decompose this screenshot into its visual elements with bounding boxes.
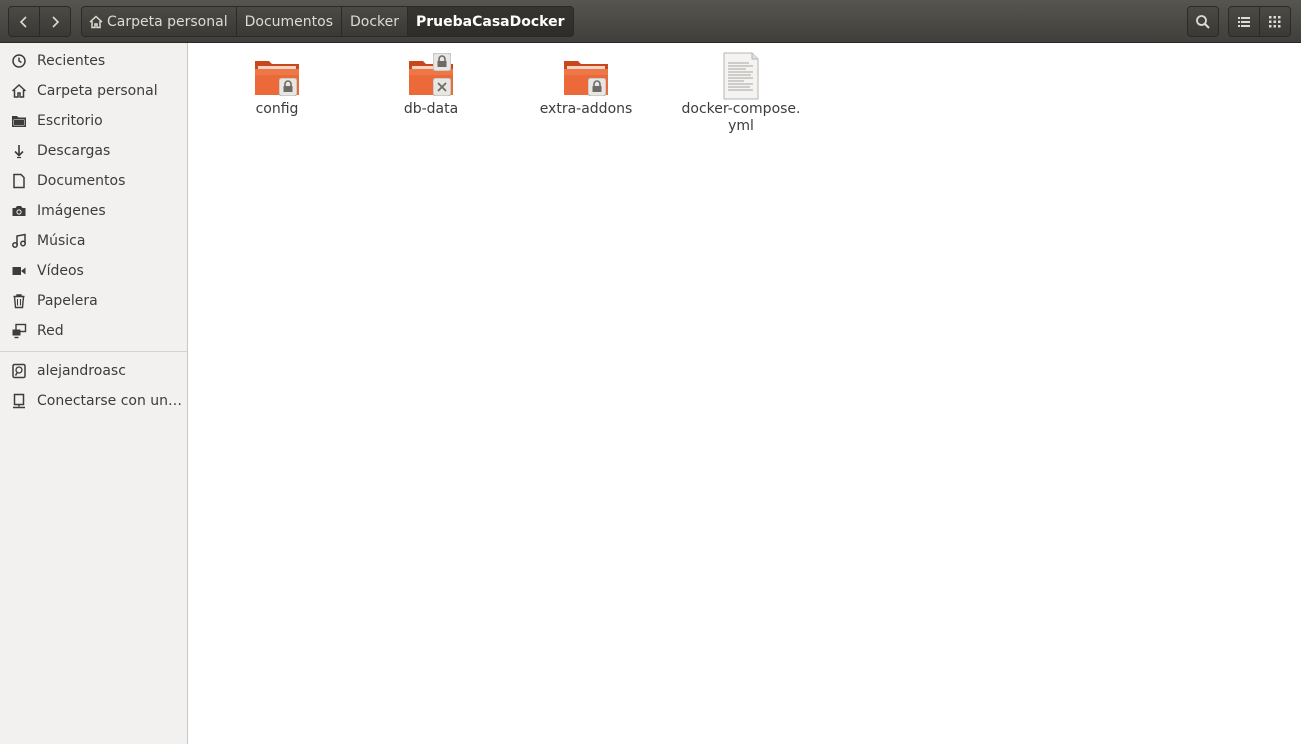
breadcrumb-label: Carpeta personal xyxy=(107,13,228,30)
sidebar-item-label: alejandroasc xyxy=(37,363,126,379)
sidebar-item-label: Vídeos xyxy=(37,263,84,279)
header-bar: Carpeta personal Documentos Docker Prueb… xyxy=(0,0,1301,43)
file-item-extra-addons[interactable]: extra-addons xyxy=(526,51,646,118)
sidebar-item-label: Escritorio xyxy=(37,113,103,129)
folder-icon xyxy=(406,51,456,101)
lock-icon xyxy=(433,53,451,71)
search-button[interactable] xyxy=(1187,6,1219,37)
breadcrumb-docker[interactable]: Docker xyxy=(341,6,409,37)
server-icon xyxy=(10,392,28,410)
sidebar-item-label: Conectarse con un servidor xyxy=(37,393,183,409)
sidebar-item-carpeta-personal[interactable]: Carpeta personal xyxy=(0,76,187,106)
sidebar-item-musica[interactable]: Música xyxy=(0,226,187,256)
grid-view-icon xyxy=(1269,15,1281,27)
file-name: db-data xyxy=(403,101,459,117)
sidebar-item-escritorio[interactable]: Escritorio xyxy=(0,106,187,136)
grid-view-button[interactable] xyxy=(1259,6,1291,37)
sidebar-item-label: Descargas xyxy=(37,143,111,159)
sidebar-item-label: Música xyxy=(37,233,86,249)
breadcrumb-label: Docker xyxy=(349,13,400,30)
unreadable-icon xyxy=(433,78,451,96)
file-item-db-data[interactable]: db-data xyxy=(371,51,491,118)
breadcrumb-documentos[interactable]: Documentos xyxy=(236,6,342,37)
chevron-left-icon xyxy=(19,15,27,28)
sidebar-item-label: Papelera xyxy=(37,293,98,309)
video-icon xyxy=(10,262,28,280)
breadcrumb-current[interactable]: PruebaCasaDocker xyxy=(408,6,574,37)
camera-icon xyxy=(10,202,28,220)
trash-icon xyxy=(10,292,28,310)
forward-button[interactable] xyxy=(39,6,71,37)
sidebar-item-documentos[interactable]: Documentos xyxy=(0,166,187,196)
music-icon xyxy=(10,232,28,250)
sidebar-item-alejandroasc[interactable]: alejandroasc xyxy=(0,356,187,386)
sidebar-item-label: Recientes xyxy=(37,53,106,69)
network-icon xyxy=(10,322,28,340)
sidebar-item-label: Red xyxy=(37,323,64,339)
list-view-icon xyxy=(1238,16,1250,27)
sidebar-separator xyxy=(0,351,187,352)
sidebar: Recientes Carpeta personal Escritorio De… xyxy=(0,43,188,744)
sidebar-item-videos[interactable]: Vídeos xyxy=(0,256,187,286)
lock-icon xyxy=(588,78,606,96)
breadcrumb-home[interactable]: Carpeta personal xyxy=(81,6,237,37)
lock-icon xyxy=(279,78,297,96)
sidebar-item-label: Carpeta personal xyxy=(37,83,158,99)
file-name: config xyxy=(255,101,299,117)
home-icon xyxy=(89,14,103,28)
breadcrumb-label: Documentos xyxy=(244,13,333,30)
sidebar-item-red[interactable]: Red xyxy=(0,316,187,346)
folder-icon xyxy=(10,112,28,130)
search-icon xyxy=(1196,14,1210,29)
home-icon xyxy=(10,82,28,100)
file-view: config db-data extra-addons docker-compo… xyxy=(192,43,1301,744)
folder-icon xyxy=(252,51,302,101)
text-file-icon xyxy=(716,51,766,101)
breadcrumb: Carpeta personal Documentos Docker Prueb… xyxy=(81,6,574,37)
clock-icon xyxy=(10,52,28,70)
breadcrumb-label: PruebaCasaDocker xyxy=(416,13,565,30)
drive-icon xyxy=(10,362,28,380)
sidebar-item-descargas[interactable]: Descargas xyxy=(0,136,187,166)
sidebar-item-imagenes[interactable]: Imágenes xyxy=(0,196,187,226)
list-view-button[interactable] xyxy=(1228,6,1260,37)
sidebar-item-conectar-servidor[interactable]: Conectarse con un servidor xyxy=(0,386,187,416)
file-item-config[interactable]: config xyxy=(217,51,337,118)
chevron-right-icon xyxy=(52,15,60,28)
file-name: docker-compose. yml xyxy=(681,101,801,134)
file-name: extra-addons xyxy=(539,101,633,117)
sidebar-item-papelera[interactable]: Papelera xyxy=(0,286,187,316)
file-item-docker-compose[interactable]: docker-compose. yml xyxy=(681,51,801,135)
sidebar-item-label: Imágenes xyxy=(37,203,106,219)
sidebar-item-recientes[interactable]: Recientes xyxy=(0,46,187,76)
back-button[interactable] xyxy=(8,6,40,37)
folder-icon xyxy=(561,51,611,101)
sidebar-item-label: Documentos xyxy=(37,173,126,189)
document-icon xyxy=(10,172,28,190)
download-icon xyxy=(10,142,28,160)
